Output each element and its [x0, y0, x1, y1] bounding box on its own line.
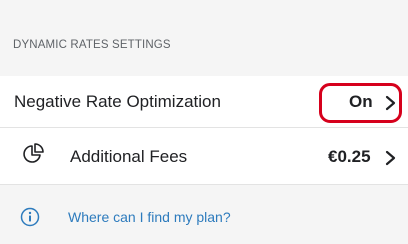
chevron-right-icon [385, 150, 396, 166]
additional-fees-label: Additional Fees [70, 147, 188, 166]
pie-chart-icon [23, 143, 44, 163]
find-plan-link[interactable]: Where can I find my plan? [68, 209, 231, 225]
negative-rate-optimization-label: Negative Rate Optimization [14, 92, 221, 111]
negative-rate-optimization-row[interactable]: Negative Rate Optimization On [0, 76, 408, 132]
chevron-right-icon [385, 95, 396, 111]
additional-fees-value: €0.25 [328, 147, 371, 166]
settings-section-header: DYNAMIC RATES SETTINGS [0, 0, 408, 76]
section-title: DYNAMIC RATES SETTINGS [13, 39, 171, 51]
additional-fees-row[interactable]: Additional Fees €0.25 [0, 128, 408, 184]
help-section: Where can I find my plan? [0, 185, 408, 244]
info-icon [20, 207, 40, 227]
negative-rate-optimization-value: On [349, 92, 373, 111]
